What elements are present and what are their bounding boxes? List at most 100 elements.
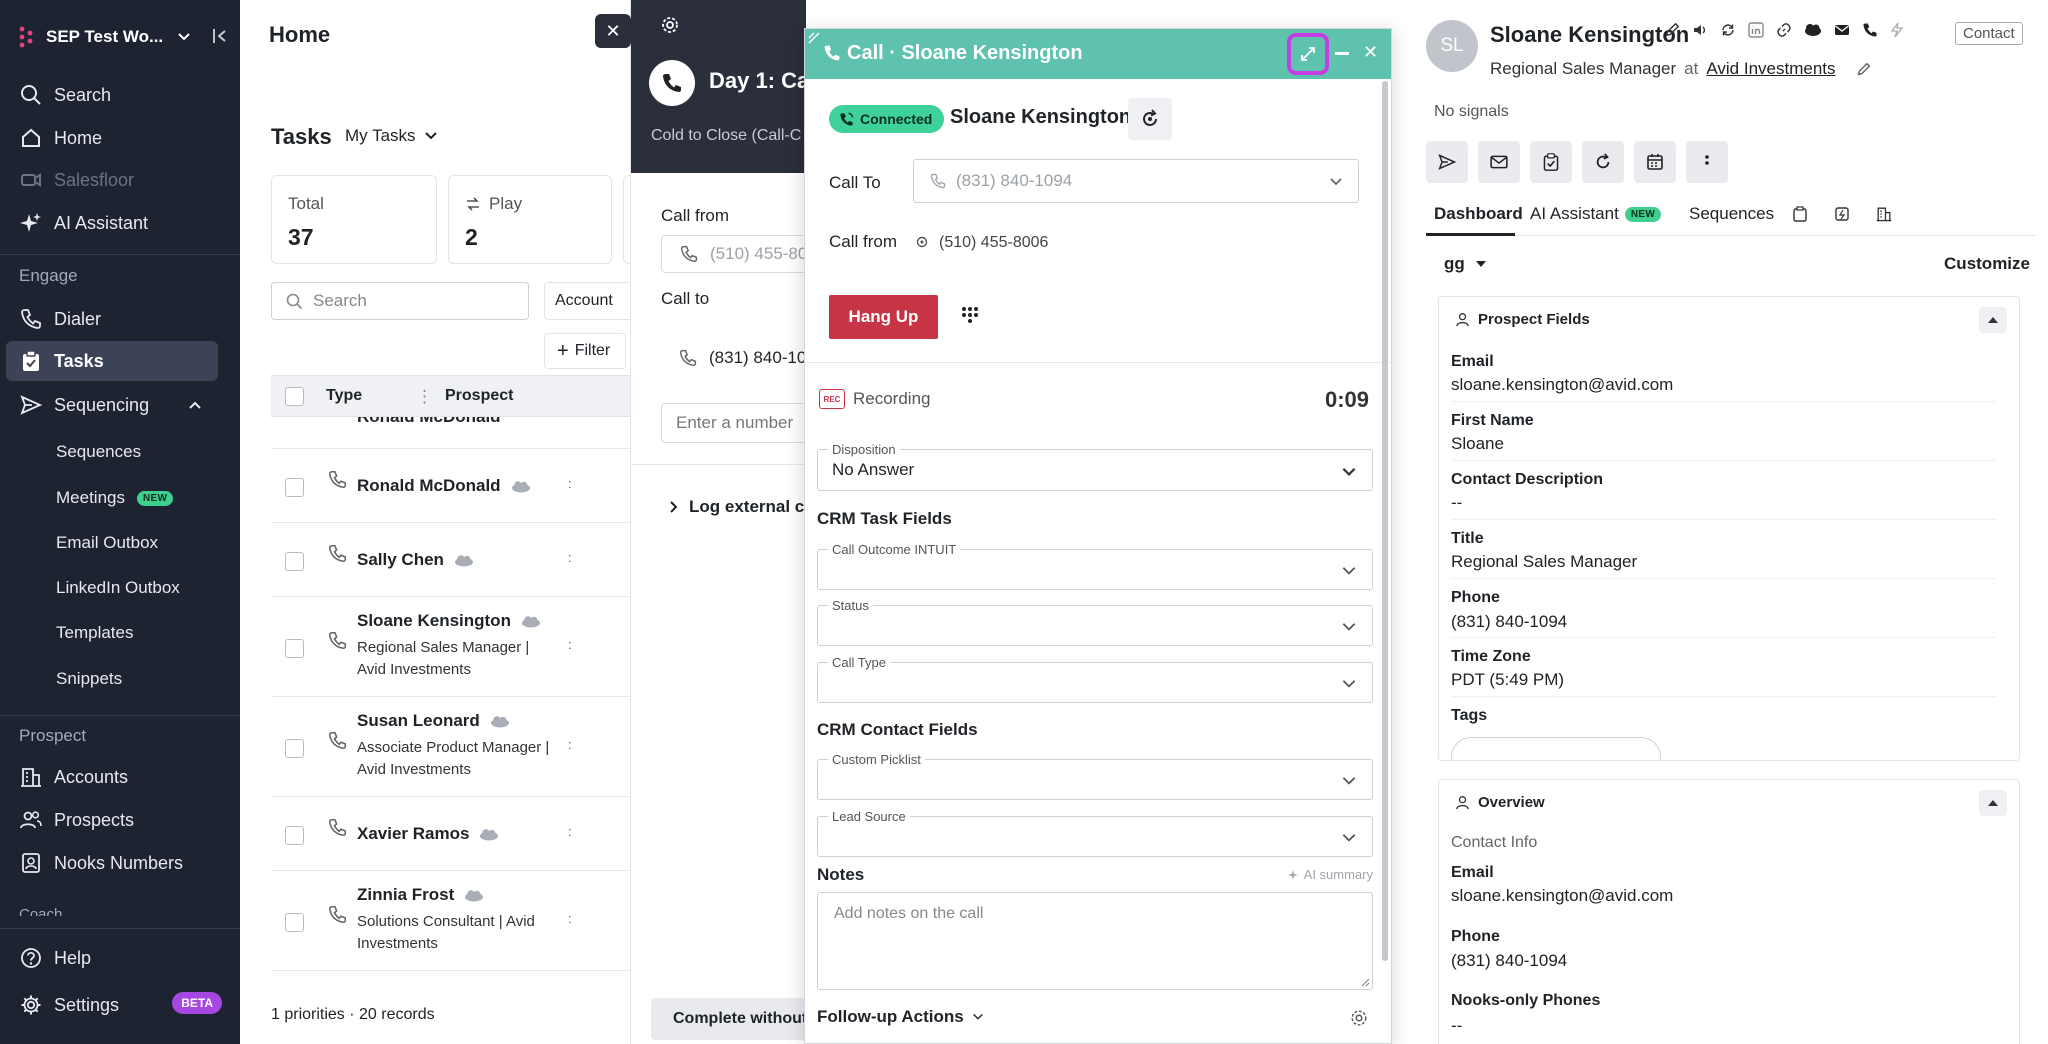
table-row[interactable]: Ronald McDonald <box>271 417 631 449</box>
disposition-select[interactable]: Disposition No Answer <box>817 442 1373 491</box>
stat-total[interactable]: Total 37 <box>271 175 437 264</box>
gear-icon[interactable] <box>659 14 681 36</box>
table-row[interactable]: Susan Leonard Associate Product Manager |… <box>271 697 631 797</box>
sidebar-item-dialer[interactable]: Dialer <box>6 299 218 339</box>
field-value[interactable]: -- <box>1451 493 1462 513</box>
prospect-name[interactable]: Xavier Ramos <box>357 824 469 844</box>
send-sequence-button[interactable] <box>1426 141 1468 183</box>
search-input[interactable]: Search <box>271 282 529 320</box>
lightning-icon[interactable] <box>1890 22 1904 38</box>
collapse-card-button[interactable] <box>1979 790 2007 816</box>
status-select[interactable]: Status <box>817 598 1373 646</box>
tab-account[interactable] <box>1876 206 1892 222</box>
field-value[interactable]: PDT (5:49 PM) <box>1451 670 1564 690</box>
field-value[interactable]: (831) 840-1094 <box>1451 612 1567 632</box>
more-button[interactable] <box>1686 141 1728 183</box>
sync-icon[interactable] <box>1720 22 1736 38</box>
sidebar-item-snippets[interactable]: Snippets <box>6 659 218 699</box>
call-from-select[interactable]: (510) 455-80 <box>661 235 821 273</box>
collapse-card-button[interactable] <box>1979 307 2007 333</box>
sidebar-item-email-outbox[interactable]: Email Outbox <box>6 523 218 563</box>
call-to-option[interactable]: (831) 840-10 <box>661 333 821 383</box>
close-task-button[interactable]: ✕ <box>595 14 631 48</box>
stat-play[interactable]: Play 2 <box>448 175 612 264</box>
speaker-icon[interactable] <box>1692 22 1708 38</box>
tab-activity[interactable] <box>1834 206 1850 222</box>
tab-ai-assistant[interactable]: AI Assistant NEW <box>1530 204 1662 224</box>
email-button[interactable] <box>1478 141 1520 183</box>
table-row[interactable]: Sloane Kensington Regional Sales Manager … <box>271 597 631 697</box>
sidebar-item-search[interactable]: Search <box>6 75 218 115</box>
call-to-select[interactable]: (831) 840-1094 <box>913 159 1359 203</box>
prospect-name[interactable]: Sally Chen <box>357 550 444 570</box>
call-panel-scrollbar[interactable] <box>1382 81 1388 961</box>
sidebar-item-prospects[interactable]: Prospects <box>6 800 218 840</box>
link-icon[interactable] <box>1776 22 1792 38</box>
table-row[interactable]: Zinnia Frost Solutions Consultant | Avid … <box>271 871 631 971</box>
tab-sequences[interactable]: Sequences <box>1689 204 1774 224</box>
refresh-button[interactable] <box>1582 141 1624 183</box>
collapse-sidebar-icon[interactable] <box>212 28 228 44</box>
account-select[interactable]: Account <box>544 282 634 320</box>
tasks-filter-select[interactable]: My Tasks <box>345 126 438 146</box>
sidebar-item-home[interactable]: Home <box>6 118 218 158</box>
close-icon[interactable]: ✕ <box>1363 42 1378 63</box>
tab-dashboard[interactable]: Dashboard <box>1434 204 1523 224</box>
sidebar-item-sequencing[interactable]: Sequencing <box>6 385 218 425</box>
row-checkbox[interactable] <box>285 639 304 658</box>
calendar-button[interactable] <box>1634 141 1676 183</box>
linkedin-icon[interactable] <box>1748 22 1764 38</box>
resize-grip-icon[interactable] <box>1360 977 1370 987</box>
field-value[interactable]: (831) 840-1094 <box>1451 951 1567 971</box>
row-checkbox[interactable] <box>285 739 304 758</box>
pencil-icon[interactable] <box>1856 62 1871 77</box>
customize-button[interactable]: Customize <box>1944 254 2030 274</box>
column-menu-icon[interactable]: ⋮ <box>416 387 433 407</box>
prospect-name[interactable]: Sloane Kensington <box>357 611 511 631</box>
custom-picklist-select[interactable]: Custom Picklist <box>817 752 1373 800</box>
sidebar-item-nooks-numbers[interactable]: Nooks Numbers <box>6 843 218 883</box>
view-select[interactable]: gg <box>1444 254 1487 274</box>
field-value[interactable]: Sloane <box>1451 434 1504 454</box>
call-type-select[interactable]: Call Type <box>817 655 1373 703</box>
sidebar-item-salesfloor[interactable]: Salesfloor <box>6 160 218 200</box>
tab-tasks[interactable] <box>1792 206 1808 222</box>
column-type[interactable]: Type <box>326 387 362 405</box>
log-external-call-toggle[interactable]: Log external cal <box>669 497 818 517</box>
row-checkbox[interactable] <box>285 552 304 571</box>
workspace-switcher[interactable]: SEP Test Wo... <box>18 22 228 52</box>
notes-textarea[interactable]: Add notes on the call <box>817 892 1373 990</box>
sidebar-item-sequences[interactable]: Sequences <box>6 432 218 472</box>
lead-source-select[interactable]: Lead Source <box>817 809 1373 857</box>
select-all-checkbox[interactable] <box>285 387 304 406</box>
sidebar-item-templates[interactable]: Templates <box>6 613 218 653</box>
sidebar-item-meetings[interactable]: Meetings NEW <box>6 478 218 518</box>
redial-button[interactable] <box>1128 98 1172 140</box>
drag-corner-icon[interactable] <box>807 31 821 45</box>
filter-button[interactable]: + Filter <box>544 333 626 369</box>
column-prospect[interactable]: Prospect <box>445 387 513 405</box>
minimize-icon[interactable] <box>1335 52 1349 55</box>
ai-summary-button[interactable]: AI summary <box>1287 867 1373 882</box>
email-icon[interactable] <box>1834 23 1850 37</box>
sidebar-item-accounts[interactable]: Accounts <box>6 757 218 797</box>
pencil-icon[interactable] <box>1664 22 1680 38</box>
field-value[interactable]: -- <box>1451 1016 1462 1036</box>
sidebar-item-tasks[interactable]: Tasks <box>6 341 218 381</box>
sidebar-item-ai-assistant[interactable]: AI Assistant <box>6 203 218 243</box>
row-checkbox[interactable] <box>285 913 304 932</box>
expand-button[interactable] <box>1287 33 1329 75</box>
row-checkbox[interactable] <box>285 826 304 845</box>
row-checkbox[interactable] <box>285 478 304 497</box>
prospect-name[interactable]: Ronald McDonald <box>357 476 501 496</box>
field-value[interactable]: sloane.kensington@avid.com <box>1451 886 1673 906</box>
prospect-name[interactable]: Susan Leonard <box>357 711 480 731</box>
phone-icon[interactable] <box>1862 22 1878 38</box>
tags-input[interactable] <box>1451 737 1661 760</box>
field-value[interactable]: sloane.kensington@avid.com <box>1451 375 1673 395</box>
call-outcome-select[interactable]: Call Outcome INTUIT <box>817 542 1373 590</box>
field-value[interactable]: Regional Sales Manager <box>1451 552 1637 572</box>
table-row[interactable]: Xavier Ramos: <box>271 797 631 871</box>
task-button[interactable] <box>1530 141 1572 183</box>
table-row[interactable]: Sally Chen: <box>271 523 631 597</box>
